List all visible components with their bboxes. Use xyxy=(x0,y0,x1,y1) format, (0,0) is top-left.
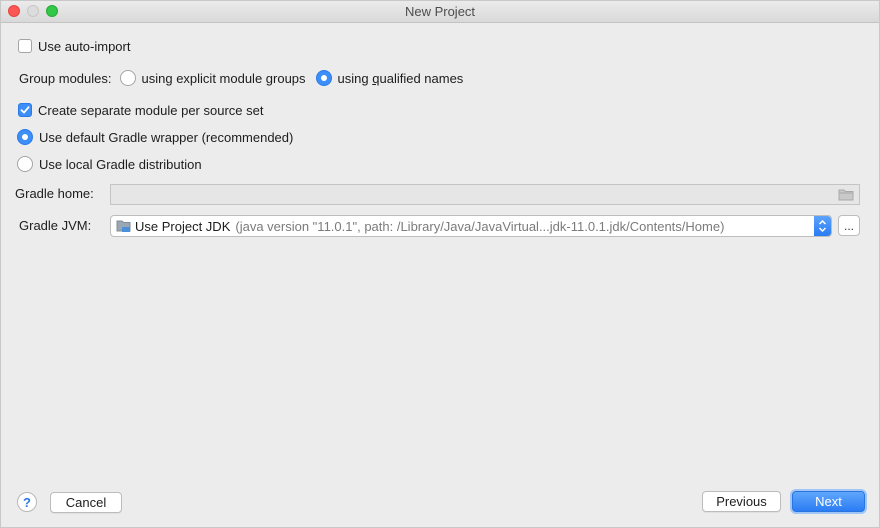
group-explicit-radio[interactable] xyxy=(119,70,136,86)
auto-import-checkbox[interactable] xyxy=(18,39,32,53)
gradle-jvm-detail: (java version "11.0.1", path: /Library/J… xyxy=(235,218,725,234)
cancel-button[interactable]: Cancel xyxy=(50,492,122,513)
help-icon[interactable]: ? xyxy=(17,492,37,512)
group-qualified-radio[interactable] xyxy=(315,70,332,86)
next-button[interactable]: Next xyxy=(792,491,865,512)
gradle-jvm-select[interactable]: Use Project JDK (java version "11.0.1", … xyxy=(110,215,832,237)
gradle-home-input xyxy=(110,184,860,205)
separate-module-checkbox[interactable] xyxy=(18,103,32,117)
gradle-home-label: Gradle home: xyxy=(15,186,94,201)
gradle-jvm-label: Gradle JVM: xyxy=(19,218,92,233)
separate-module-option[interactable]: Create separate module per source set xyxy=(18,101,263,119)
group-modules-row: Group modules: using explicit module gro… xyxy=(19,69,463,87)
group-qualified-label-post: ualified names xyxy=(379,70,464,86)
group-qualified-label[interactable]: using qualified names xyxy=(338,71,464,86)
gradle-jvm-selected: Use Project JDK xyxy=(135,218,231,234)
title-bar: New Project xyxy=(1,1,879,23)
group-qualified-label-pre: using xyxy=(337,70,373,86)
auto-import-option[interactable]: Use auto-import xyxy=(18,37,130,55)
separate-module-label: Create separate module per source set xyxy=(38,102,264,118)
local-distribution-radio[interactable] xyxy=(17,156,33,172)
window-title: New Project xyxy=(404,4,476,19)
group-explicit-label[interactable]: using explicit module groups xyxy=(142,71,306,86)
new-project-window: New Project Use auto-import Group module… xyxy=(0,0,880,528)
local-distribution-label: Use local Gradle distribution xyxy=(39,156,202,172)
default-wrapper-option[interactable]: Use default Gradle wrapper (recommended) xyxy=(17,128,293,146)
default-wrapper-radio[interactable] xyxy=(17,129,33,145)
radio-selected-dot xyxy=(22,134,28,140)
default-wrapper-label: Use default Gradle wrapper (recommended) xyxy=(39,129,294,145)
jdk-folder-icon xyxy=(116,219,131,233)
local-distribution-option[interactable]: Use local Gradle distribution xyxy=(17,155,202,173)
folder-icon xyxy=(838,188,854,204)
previous-button[interactable]: Previous xyxy=(702,491,781,512)
auto-import-label: Use auto-import xyxy=(38,38,131,54)
up-down-chevron-icon[interactable] xyxy=(814,216,831,236)
checkmark-icon xyxy=(20,106,30,114)
radio-selected-dot xyxy=(320,75,327,81)
group-modules-label: Group modules: xyxy=(19,70,112,86)
browse-jdk-button[interactable]: ... xyxy=(838,215,860,236)
